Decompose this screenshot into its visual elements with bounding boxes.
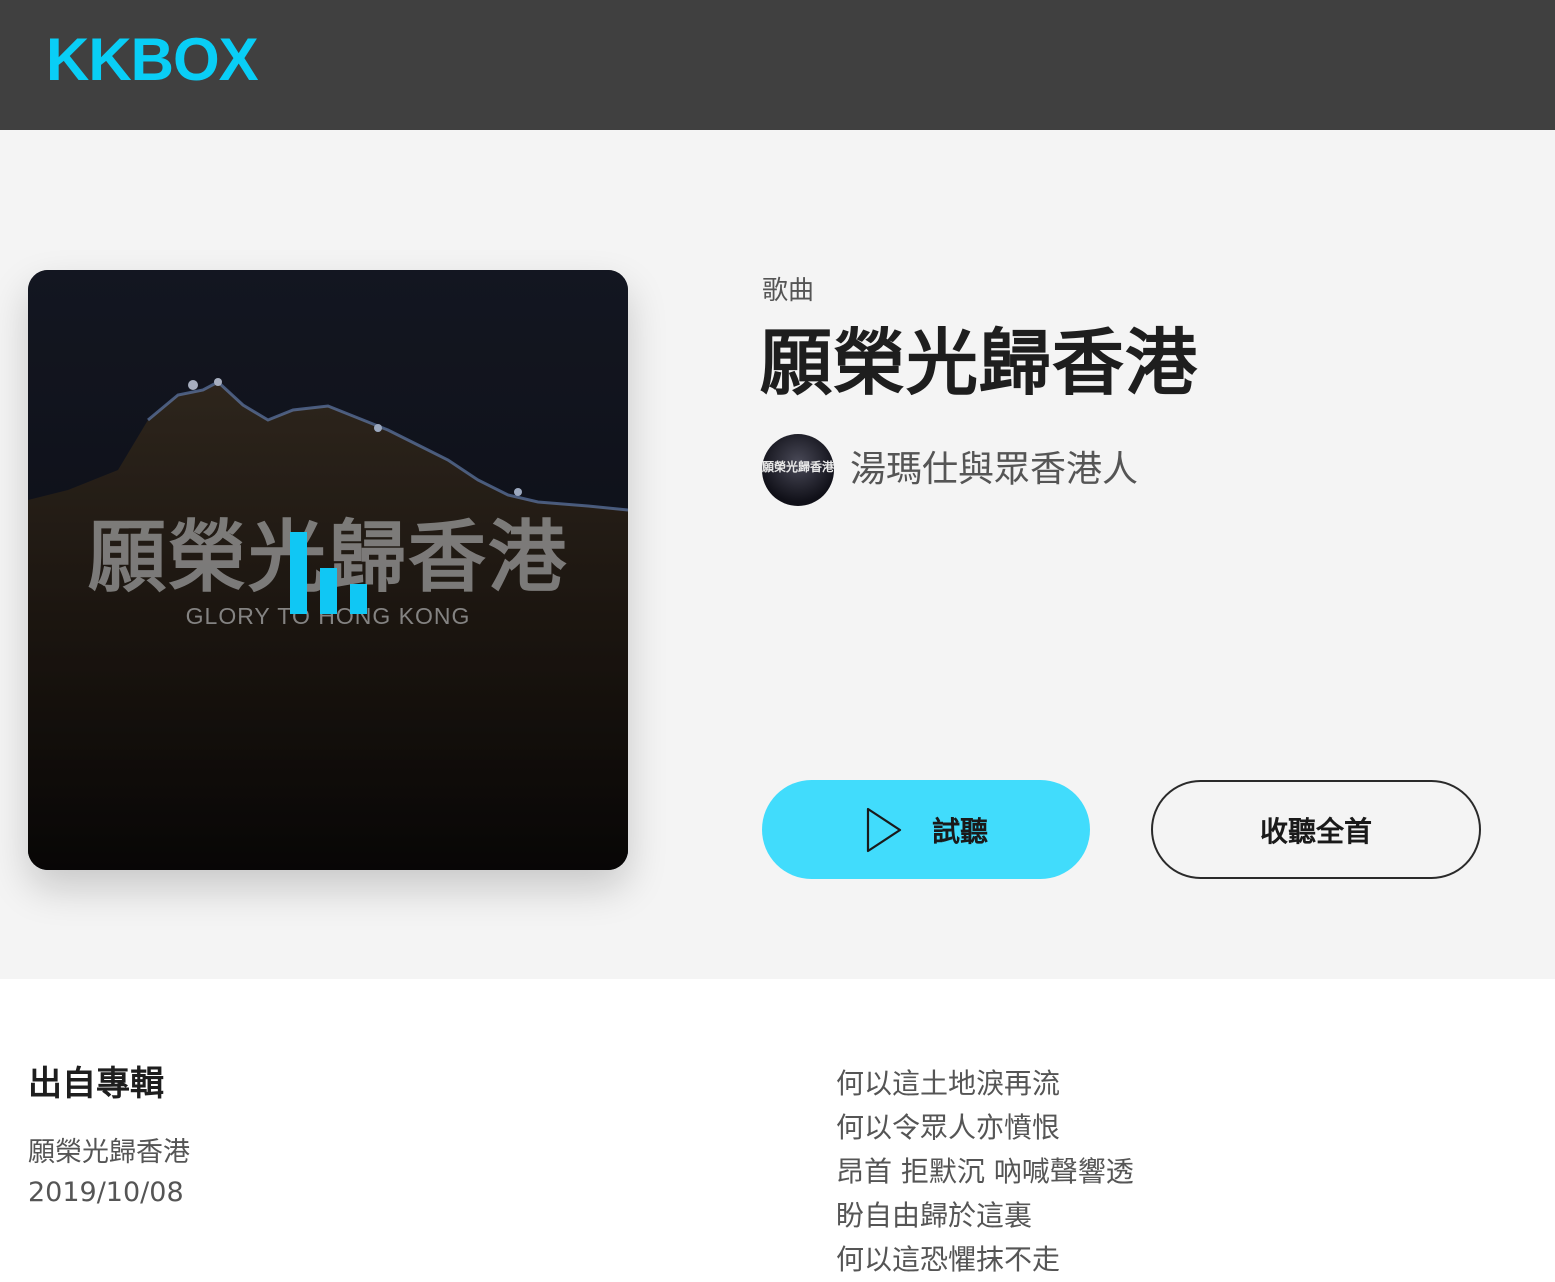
artist-name-link[interactable]: 湯瑪仕與眾香港人 — [850, 447, 1138, 493]
kkbox-logo[interactable]: KKBOX — [46, 28, 259, 92]
listen-full-button[interactable]: 收聽全首 — [1151, 780, 1481, 879]
lyrics-line: 何以這恐懼抹不走 — [836, 1243, 1061, 1276]
lyrics-line: 何以令眾人亦憤恨 — [836, 1111, 1061, 1144]
lyrics-line: 昂首 拒默沉 吶喊聲響透 — [836, 1155, 1134, 1188]
album-name-link[interactable]: 願榮光歸香港 — [28, 1135, 190, 1171]
preview-button[interactable]: 試聽 — [762, 780, 1090, 879]
content-type-label: 歌曲 — [762, 276, 815, 306]
top-navigation-bar: KKBOX — [0, 0, 1555, 130]
lyrics-line: 盼自由歸於這裏 — [836, 1199, 1033, 1232]
song-title: 願榮光歸香港 — [760, 321, 1199, 405]
preview-button-label: 試聽 — [931, 815, 988, 847]
equalizer-bars-icon — [290, 528, 370, 614]
play-icon — [866, 807, 902, 852]
artist-avatar-text: 願榮光歸香港 — [762, 460, 834, 474]
album-section-heading: 出自專輯 — [28, 1064, 164, 1104]
lyrics-list: 何以這土地淚再流 何以令眾人亦憤恨 昂首 拒默沉 吶喊聲響透 盼自由歸於這裏 何… — [836, 1062, 1134, 1282]
artist-avatar[interactable]: 願榮光歸香港 — [762, 434, 834, 506]
album-release-date: 2019/10/08 — [28, 1177, 184, 1208]
lyrics-line: 何以這土地淚再流 — [836, 1067, 1061, 1100]
